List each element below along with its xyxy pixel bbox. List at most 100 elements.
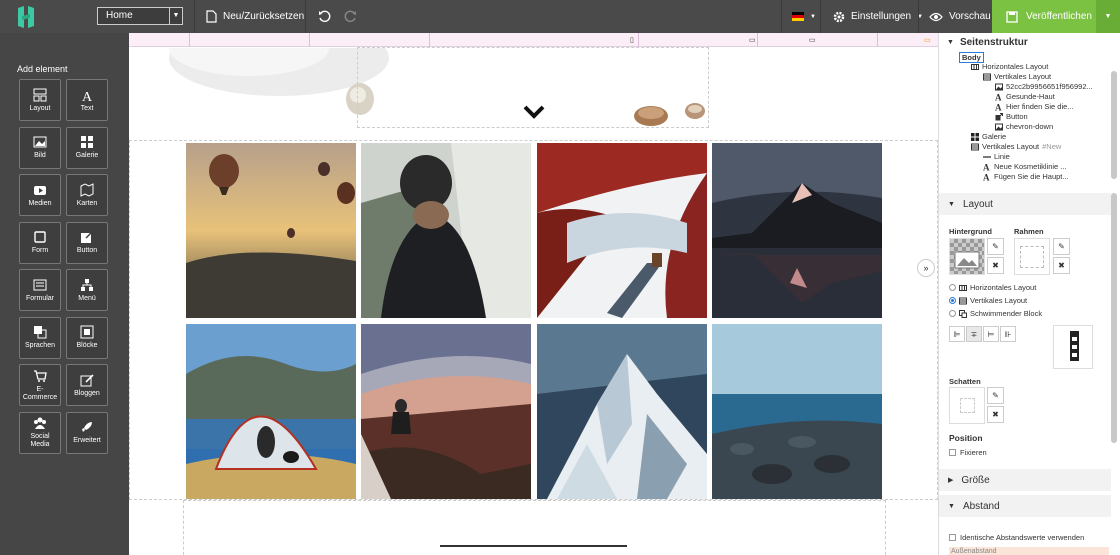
add-blocks-button[interactable]: Blöcke [66, 316, 108, 359]
align-right-button[interactable]: ⊨ [983, 326, 999, 342]
remove-frame-button[interactable]: ✖ [1053, 257, 1070, 274]
size-section-header[interactable]: ▶ Größe [939, 469, 1111, 491]
add-image-button[interactable]: Bild [19, 126, 61, 169]
settings-button[interactable]: Einstellungen ▼ [833, 0, 923, 33]
add-rocket-button[interactable]: Erweitert [66, 411, 108, 454]
align-left-icon: ⊫ [953, 329, 961, 339]
structure-item[interactable]: A Hier finden Sie die... [995, 102, 1074, 111]
layout-section-header[interactable]: ▼ Layout [939, 193, 1111, 215]
structure-item[interactable]: Horizontales Layout [971, 62, 1048, 71]
layout-option-1[interactable]: Horizontales Layout [949, 283, 1036, 292]
same-spacing-row[interactable]: Identische Abstandswerte verwenden [949, 533, 1084, 542]
gallery-photo[interactable] [537, 143, 707, 318]
frame-preview[interactable] [1014, 238, 1050, 275]
publish-button[interactable]: Veröffentlichen [992, 0, 1096, 33]
chevron-down-icon[interactable]: ▼ [169, 8, 182, 24]
desktop-icon[interactable]: ▭ [924, 36, 931, 44]
element-label: Menü [78, 294, 96, 302]
gallery-photo[interactable] [712, 324, 882, 499]
divider-line[interactable] [440, 545, 627, 547]
gallery-photo[interactable] [712, 143, 882, 318]
add-form-button[interactable]: Form [19, 221, 61, 264]
add-cart-button[interactable]: E- Commerce [19, 364, 61, 406]
preview-button[interactable]: Vorschau [929, 0, 991, 33]
layout-option-3[interactable]: Schwimmender Block [949, 309, 1042, 318]
formular-icon [33, 279, 47, 291]
chevron-down-icon[interactable] [523, 105, 545, 119]
preview-label: Vorschau [949, 11, 991, 22]
expand-panel-button[interactable]: » [917, 259, 935, 277]
edit-shadow-button[interactable]: ✎ [987, 387, 1004, 404]
undo-icon [319, 10, 331, 23]
publish-options-button[interactable]: ▼ [1096, 0, 1120, 33]
structure-title: Seitenstruktur [959, 37, 1028, 48]
add-media-button[interactable]: Medien [19, 174, 61, 216]
structure-item[interactable]: Button [995, 112, 1028, 121]
structure-item[interactable]: 52cc2b9956651f956992... [995, 82, 1093, 91]
fix-checkbox[interactable] [949, 449, 956, 456]
shadow-preview[interactable] [949, 387, 985, 424]
structure-item[interactable]: A Gesunde-Haut [995, 92, 1055, 101]
remove-shadow-button[interactable]: ✖ [987, 406, 1004, 423]
layout-option-label: Horizontales Layout [970, 283, 1037, 292]
edit-frame-button[interactable]: ✎ [1053, 238, 1070, 255]
pencil-icon: ✎ [1058, 242, 1065, 251]
structure-item[interactable]: Galerie [971, 132, 1006, 141]
layout-option-2[interactable]: Vertikales Layout [949, 296, 1027, 305]
laptop-icon[interactable]: ▭ [809, 36, 816, 44]
vertical-align-widget[interactable] [1053, 325, 1093, 369]
gallery-photo[interactable] [537, 324, 707, 499]
float-block-icon [959, 309, 967, 318]
tree-scrollbar[interactable] [1111, 71, 1117, 179]
redo-button[interactable] [344, 0, 357, 33]
structure-item[interactable]: A Neue Kosmetiklinie ... [983, 162, 1067, 171]
structure-header[interactable]: ▼ Seitenstruktur [947, 37, 1028, 48]
add-language-button[interactable]: Sprachen [19, 316, 61, 359]
structure-item[interactable]: Linie [983, 152, 1010, 161]
page-selector[interactable]: Home ▼ [97, 7, 183, 25]
app-logo[interactable] [14, 4, 38, 30]
gallery-photo[interactable] [361, 143, 531, 318]
phone-icon[interactable]: ▯ [630, 36, 634, 44]
same-spacing-checkbox[interactable] [949, 534, 956, 541]
structure-item[interactable]: Vertikales Layout #New [971, 142, 1061, 151]
gallery-photo[interactable] [186, 324, 356, 499]
svg-text:A: A [82, 90, 93, 102]
background-preview[interactable] [949, 238, 985, 275]
add-text-button[interactable]: A Text [66, 79, 108, 121]
add-gallery-button[interactable]: Galerie [66, 126, 108, 169]
breakpoint-ruler[interactable]: ▯ ▭ ▭ ▭ [129, 33, 938, 47]
radio-button[interactable] [949, 310, 956, 317]
gallery-photo[interactable] [186, 143, 356, 318]
blocks-icon [80, 325, 94, 339]
text-icon: A [983, 173, 990, 181]
add-layout-button[interactable]: Layout [19, 79, 61, 121]
add-formular-button[interactable]: Formular [19, 269, 61, 311]
structure-item[interactable]: chevron-down [995, 122, 1053, 131]
fix-checkbox-row[interactable]: Fixieren [949, 448, 987, 457]
button-icon [995, 112, 1003, 120]
add-menu-button[interactable]: Menü [66, 269, 108, 311]
editor-canvas[interactable]: ▯ ▭ ▭ ▭ » [129, 33, 938, 555]
add-blog-button[interactable]: Bloggen [66, 364, 108, 406]
new-reset-button[interactable]: Neu/Zurücksetzen [206, 0, 304, 33]
size-section-title: Größe [961, 474, 990, 486]
align-justify-button[interactable]: ⊪ [1000, 326, 1016, 342]
tablet-icon[interactable]: ▭ [749, 36, 756, 44]
edit-background-button[interactable]: ✎ [987, 238, 1004, 255]
remove-background-button[interactable]: ✖ [987, 257, 1004, 274]
structure-item[interactable]: A Fügen Sie die Haupt... [983, 172, 1069, 181]
panel-scrollbar[interactable] [1111, 193, 1117, 443]
radio-button[interactable] [949, 297, 956, 304]
gallery-photo[interactable] [361, 324, 531, 499]
add-map-button[interactable]: Karten [66, 174, 108, 216]
add-social-button[interactable]: Social Media [19, 411, 61, 454]
align-left-button[interactable]: ⊫ [949, 326, 965, 342]
radio-button[interactable] [949, 284, 956, 291]
add-button-button[interactable]: Button [66, 221, 108, 264]
language-flag-button[interactable]: ▼ [792, 0, 816, 33]
undo-button[interactable] [318, 0, 331, 33]
structure-item[interactable]: Vertikales Layout [983, 72, 1051, 81]
align-center-button[interactable]: ∓ [966, 326, 982, 342]
spacing-section-header[interactable]: ▼ Abstand [939, 495, 1111, 517]
